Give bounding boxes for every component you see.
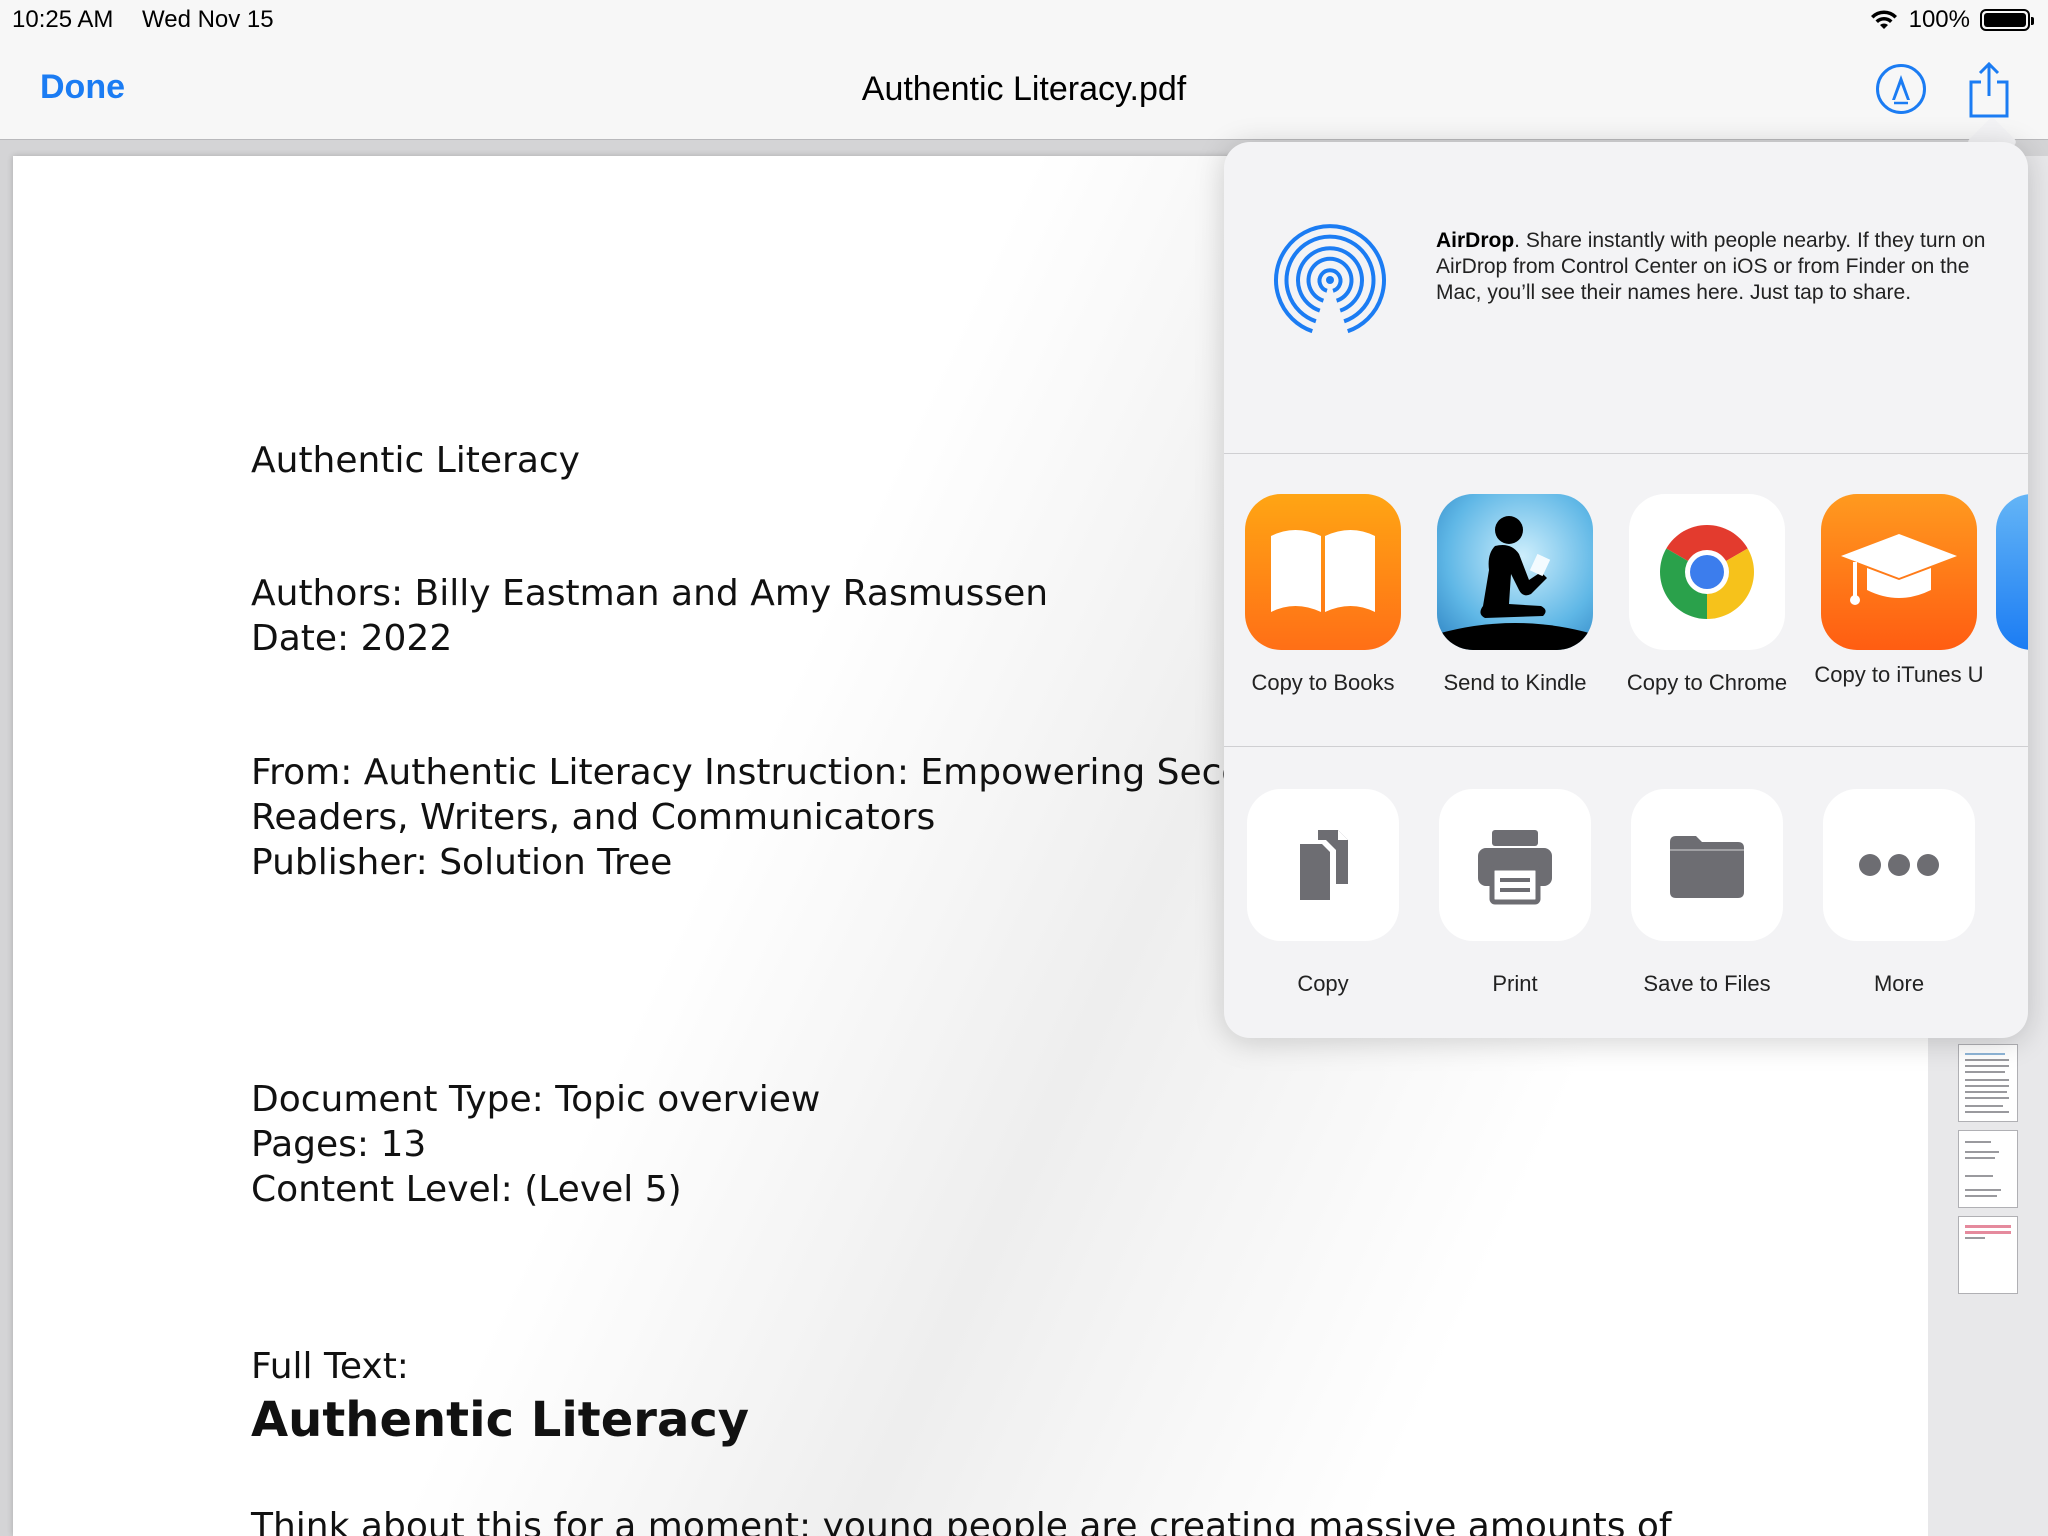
doc-from-cont: Readers, Writers, and Communicators [251,797,936,838]
doc-body-line: Think about this for a moment: young peo… [251,1506,1672,1536]
send-to-kindle-button[interactable]: Send to Kindle [1420,494,1610,696]
more-icon [1823,789,1975,941]
itunes-u-icon [1821,494,1977,650]
action-label: Save to Files [1643,971,1771,996]
battery-fill [1984,13,2026,27]
status-date: Wed Nov 15 [142,6,274,33]
copy-to-itunes-u-button[interactable]: Copy to iTunes U [1804,494,1994,688]
app-label: Send to Kindle [1443,670,1587,695]
wifi-icon [1870,10,1897,29]
print-button[interactable]: Print [1420,789,1610,997]
doc-heading: Authentic Literacy [251,1392,750,1448]
action-label: More [1873,971,1925,996]
markup-pen-icon [1892,75,1910,105]
document-title: Authentic Literacy.pdf [861,70,1187,108]
doc-from: From: Authentic Literacy Instruction: Em… [251,752,1290,793]
status-time: 10:25 AM [12,6,114,33]
action-label: Copy [1297,971,1349,996]
chrome-icon [1629,494,1785,650]
page-thumbnail[interactable] [1958,1216,2018,1294]
page-thumbnail[interactable] [1958,1130,2018,1208]
page-thumbnail[interactable] [1958,1044,2018,1122]
doc-publisher: Publisher: Solution Tree [251,842,673,883]
app-icon-partial [1996,494,2028,650]
app-label: Copy to Chrome [1626,670,1788,695]
print-icon [1439,789,1591,941]
doc-type: Document Type: Topic overview [251,1079,821,1120]
folder-icon [1631,789,1783,941]
doc-content-level: Content Level: (Level 5) [251,1169,682,1210]
share-icon [1969,61,2009,118]
nav-bar: Done Authentic Literacy.pdf [0,40,2048,140]
doc-authors: Authors: Billy Eastman and Amy Rasmussen [251,573,1049,614]
doc-pages: Pages: 13 [251,1124,427,1165]
airdrop-description: AirDrop. Share instantly with people nea… [1436,228,1996,306]
share-apps-row: Copy to Books Send to Kindle Copy to Chr… [1224,454,2028,747]
airdrop-icon [1274,224,1386,334]
status-bar: 10:25 AM Wed Nov 15 100% [0,0,2048,40]
airdrop-section[interactable]: AirDrop. Share instantly with people nea… [1224,142,2028,454]
doc-title: Authentic Literacy [251,440,580,481]
books-icon [1245,494,1401,650]
save-to-files-button[interactable]: Save to Files [1612,789,1802,997]
app-label: Copy to iTunes U [1814,662,1984,687]
action-label: Print [1492,971,1538,996]
battery-percent: 100% [1908,6,1970,33]
more-button[interactable]: More [1804,789,1994,997]
kindle-icon [1437,494,1593,650]
airdrop-title: AirDrop [1436,229,1515,252]
airdrop-body: . Share instantly with people nearby. If… [1436,229,1986,304]
battery-icon [1980,9,2034,31]
doc-date: Date: 2022 [251,618,453,659]
share-app-partial[interactable] [1996,494,2028,650]
share-sheet: AirDrop. Share instantly with people nea… [1224,142,2028,1038]
status-indicators: 100% [1869,6,2034,34]
copy-icon [1247,789,1399,941]
app-label: Copy to Books [1251,670,1395,695]
markup-button[interactable] [1876,64,1926,114]
share-button[interactable] [1964,60,2014,120]
copy-button[interactable]: Copy [1228,789,1418,997]
doc-full-text-label: Full Text: [251,1346,409,1387]
copy-to-chrome-button[interactable]: Copy to Chrome [1612,494,1802,696]
share-actions-row: Copy Print Save to Files More [1224,747,2028,1038]
copy-to-books-button[interactable]: Copy to Books [1228,494,1418,696]
